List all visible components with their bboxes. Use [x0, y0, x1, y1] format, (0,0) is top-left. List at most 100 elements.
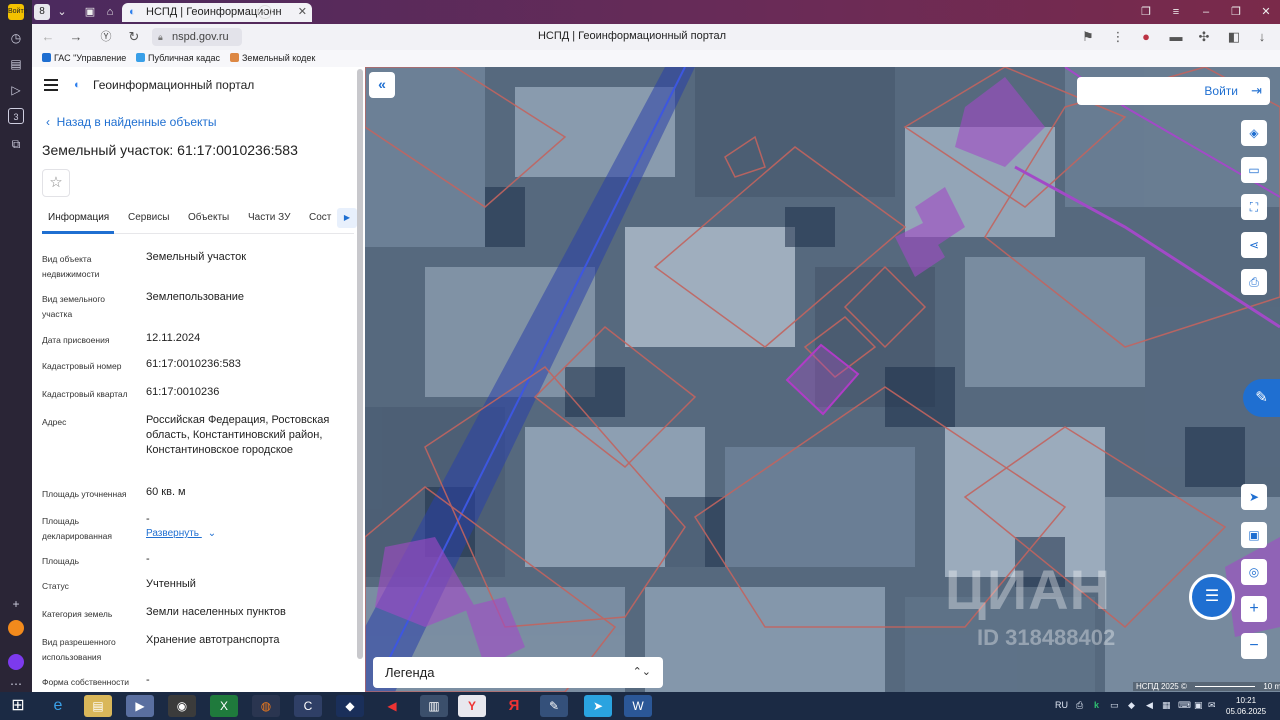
panel-scrollbar[interactable]: [357, 69, 363, 659]
tab-parts[interactable]: Части ЗУ: [248, 212, 290, 223]
yandex-browser-icon[interactable]: Y: [458, 695, 486, 717]
bookmark-icon[interactable]: ⚑: [1080, 29, 1096, 45]
menu-icon[interactable]: ≡: [1168, 4, 1184, 20]
favorite-star-icon[interactable]: ☆: [42, 169, 70, 197]
sidebar-icon[interactable]: ◧: [1226, 29, 1242, 45]
archive-icon[interactable]: ▥: [420, 695, 448, 717]
paint-icon[interactable]: ✎: [540, 695, 568, 717]
tab-objects[interactable]: Объекты: [188, 212, 229, 223]
satellite-map[interactable]: [365, 67, 1280, 692]
tab-count[interactable]: 8: [34, 4, 50, 20]
chrome-icon[interactable]: ◉: [168, 695, 196, 717]
chat-icon[interactable]: ☰: [1189, 574, 1235, 620]
tray-network-icon[interactable]: ▦: [1162, 700, 1171, 711]
field-label: Форма собственности: [42, 677, 129, 687]
zoom-out-button[interactable]: −: [1241, 633, 1267, 659]
firefox-icon[interactable]: ◍: [252, 695, 280, 717]
yandex-icon[interactable]: Ⓨ: [98, 29, 114, 45]
forward-icon[interactable]: →: [68, 29, 84, 45]
tab-services[interactable]: Сервисы: [128, 212, 169, 223]
restore-icon[interactable]: ❐: [1228, 4, 1244, 20]
tray-shield-icon[interactable]: ◆: [1128, 700, 1135, 711]
start-icon[interactable]: ⊞: [4, 695, 32, 717]
portal-logo-icon: ◐: [74, 79, 81, 91]
app-icon[interactable]: ◆: [336, 695, 364, 717]
bookmark-gas[interactable]: ГАС "Управление: [42, 53, 126, 63]
legend-dropdown[interactable]: Легенда ⌃⌄: [373, 657, 663, 688]
zoom-in-button[interactable]: +: [1241, 596, 1267, 622]
print-icon[interactable]: ⎙: [1241, 269, 1267, 295]
tray-kaspersky-icon[interactable]: k: [1094, 700, 1099, 710]
clock[interactable]: 10:21 05.06.2025: [1226, 695, 1266, 717]
field-value: -: [146, 513, 150, 525]
zen-icon[interactable]: [8, 620, 24, 636]
select-area-icon[interactable]: ⛶: [1241, 194, 1267, 220]
ccleaner-icon[interactable]: C: [294, 695, 322, 717]
field-value: 61:17:0010236:583: [146, 358, 241, 370]
alice-icon[interactable]: [8, 654, 24, 670]
cast-icon[interactable]: ▬: [1168, 29, 1184, 45]
feedback-icon[interactable]: ✎: [1243, 379, 1280, 417]
video-icon[interactable]: ▷: [8, 82, 24, 98]
login-badge[interactable]: Войти: [8, 4, 28, 20]
tabs-overview-icon[interactable]: ❐: [1138, 4, 1154, 20]
extension-icon[interactable]: ●: [1138, 29, 1154, 45]
login-button[interactable]: Войти ⇥: [1077, 77, 1270, 105]
screenshot-icon[interactable]: ⧉: [8, 136, 24, 152]
chevron-down-icon[interactable]: ⌄: [54, 4, 70, 20]
excel-icon[interactable]: X: [210, 695, 238, 717]
more-icon[interactable]: ⋯: [8, 676, 24, 692]
share-icon[interactable]: ⋖: [1241, 232, 1267, 258]
field-value: -: [146, 674, 150, 686]
yandex-icon[interactable]: Я: [500, 695, 528, 717]
tray-drive-icon[interactable]: ▭: [1110, 700, 1119, 711]
tray-display-icon[interactable]: ▣: [1194, 700, 1203, 711]
bookmark-land-code[interactable]: Земельный кодек: [230, 53, 315, 63]
ruler-icon[interactable]: ▭: [1241, 157, 1267, 183]
search-location-icon[interactable]: ◎: [1241, 559, 1267, 585]
close-window-icon[interactable]: ✕: [1258, 4, 1274, 20]
field-label: Площадь декларированная: [42, 516, 112, 541]
tab-composition[interactable]: Сост: [309, 212, 331, 223]
explorer-icon[interactable]: ▤: [84, 695, 112, 717]
minimap-icon[interactable]: ▣: [1241, 522, 1267, 548]
minimize-icon[interactable]: –: [1198, 4, 1214, 20]
tray-notification-icon[interactable]: ✉: [1208, 700, 1216, 711]
geolocation-icon[interactable]: ➤: [1241, 484, 1267, 510]
download-icon[interactable]: ↓: [1254, 29, 1270, 45]
tabs-scroll-right-icon[interactable]: ▶: [337, 208, 357, 228]
word-icon[interactable]: W: [624, 695, 652, 717]
history-icon[interactable]: ◷: [8, 30, 24, 46]
login-icon: ⇥: [1251, 83, 1262, 98]
home-icon[interactable]: ⌂: [102, 4, 118, 20]
ie-icon[interactable]: e: [44, 695, 72, 717]
back-icon[interactable]: ←: [40, 29, 56, 45]
hamburger-menu-icon[interactable]: [44, 79, 58, 91]
extensions-icon[interactable]: ✣: [1196, 29, 1212, 45]
anydesk-icon[interactable]: ◀: [378, 695, 406, 717]
layers-icon[interactable]: ◈: [1241, 120, 1267, 146]
tab-active[interactable]: ◐ НСПД | Геоинформационн ✕: [122, 3, 312, 22]
url-field[interactable]: 🔒︎ nspd.gov.ru: [152, 28, 242, 46]
bookmark-public-cadastre[interactable]: Публичная кадас: [136, 53, 220, 63]
map-view[interactable]: « Войти ⇥ ◈ ▭ ⛶ ⋖ ⎙ ✎ ➤ ▣ ◎ ☰ + − ЦИАН I…: [365, 67, 1280, 692]
new-tab-icon[interactable]: +: [258, 5, 272, 19]
collections-icon[interactable]: ▤: [8, 56, 24, 72]
close-tab-icon[interactable]: ✕: [298, 3, 307, 22]
telegram-icon[interactable]: ➤: [584, 695, 612, 717]
tab-information[interactable]: Информация: [48, 212, 109, 223]
add-panel-icon[interactable]: +: [8, 596, 24, 612]
collapse-panel-button[interactable]: «: [369, 72, 395, 98]
scale-label: 10 m: [1263, 682, 1280, 691]
tab-favicon-icon[interactable]: ▣: [82, 4, 98, 20]
media-icon[interactable]: ▶: [126, 695, 154, 717]
tray-volume-icon[interactable]: ◀: [1146, 700, 1153, 711]
counter-icon[interactable]: 3: [8, 108, 24, 124]
back-to-results-link[interactable]: ‹ Назад в найденные объекты: [46, 115, 217, 129]
tray-printer-icon[interactable]: ⎙: [1076, 700, 1083, 711]
tray-keyboard-icon[interactable]: ⌨: [1178, 700, 1191, 711]
reload-icon[interactable]: ↻: [126, 29, 142, 45]
language-indicator[interactable]: RU: [1055, 700, 1068, 710]
more-options-icon[interactable]: ⋮: [1110, 29, 1126, 45]
expand-address-link[interactable]: Развернуть ⌄: [146, 528, 216, 539]
